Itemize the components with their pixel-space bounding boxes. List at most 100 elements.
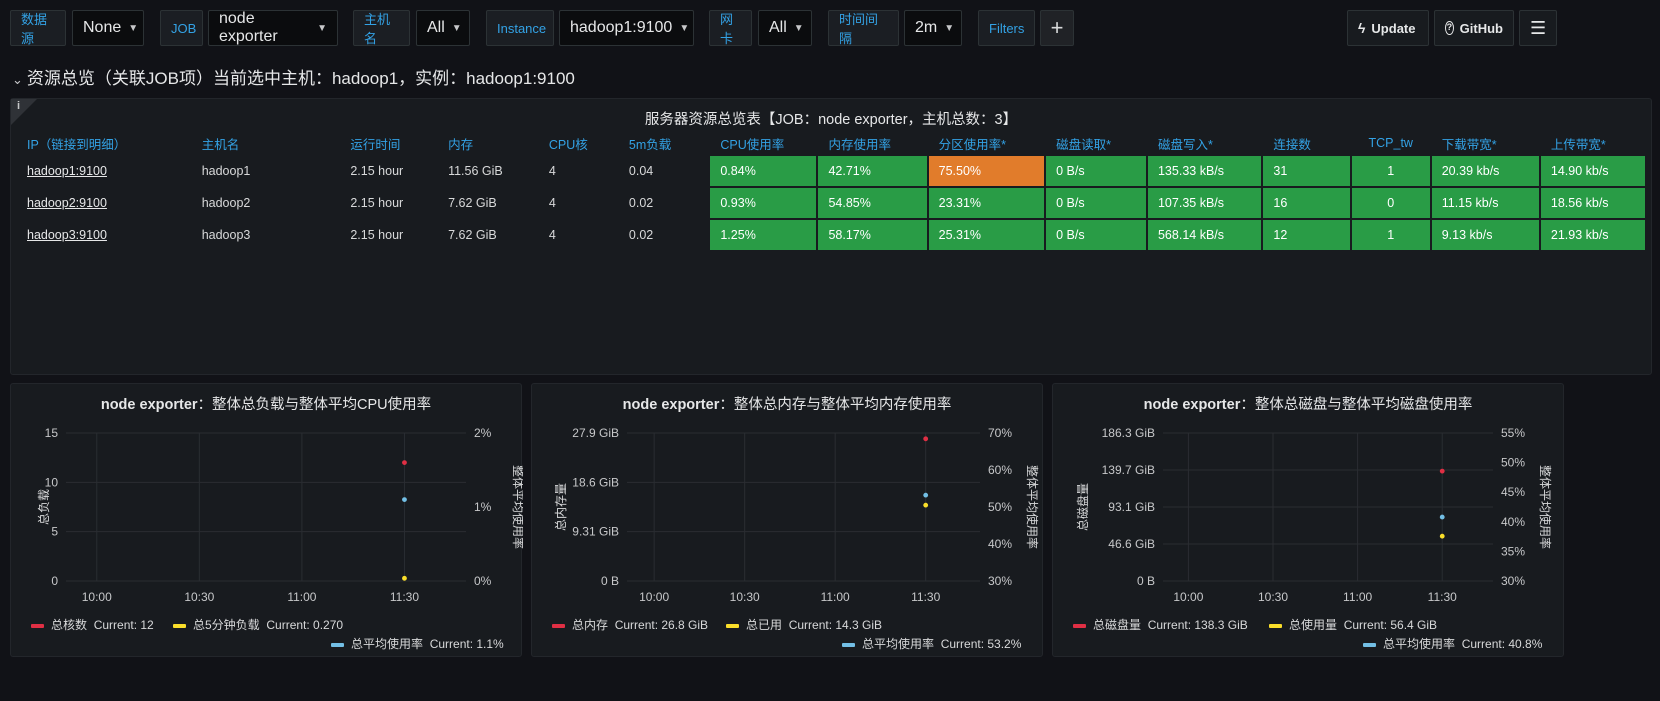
column-header[interactable]: 磁盘写入* (1148, 132, 1261, 154)
legend-item[interactable]: 总磁盘量 Current: 138.3 GiB (1073, 616, 1248, 633)
ip-link-cell[interactable]: hadoop1:9100 (17, 156, 190, 186)
table-cell: 7.62 GiB (448, 196, 497, 210)
server-table: IP（链接到明细） 主机名 运行时间 内存 CPU核 5m负载 CPU使用率 内… (15, 130, 1647, 252)
column-header[interactable]: 磁盘读取* (1046, 132, 1146, 154)
table-cell: 11.56 GiB (448, 164, 503, 178)
legend-item[interactable]: 总核数 Current: 12 (31, 616, 154, 633)
row-header[interactable]: ⌄ 资源总览（关联JOB项）当前选中主机：hadoop1，实例：hadoop1:9… (12, 64, 575, 89)
ip-link-cell[interactable]: hadoop3:9100 (17, 220, 190, 250)
github-button[interactable]: ? GitHub (1434, 10, 1514, 46)
table-cell: 0.02 (628, 228, 654, 242)
hostname-label: 主机名 (353, 10, 410, 46)
server-overview-table-panel: i 服务器资源总览表【JOB：node exporter，主机总数：3】 IP（… (10, 98, 1652, 375)
legend-item[interactable]: 总平均使用率 Current: 40.8% (1363, 635, 1542, 652)
hostname-value: All (427, 19, 445, 36)
legend-swatch-red (552, 623, 565, 628)
y2-tick-label: 55% (1501, 426, 1525, 440)
y-tick-label: 15 (45, 426, 59, 440)
legend-item[interactable]: 总平均使用率 Current: 53.2% (842, 635, 1021, 652)
data-point (923, 436, 929, 442)
legend-swatch-cyan (1363, 642, 1376, 647)
column-header[interactable]: 上传带宽* (1541, 132, 1645, 154)
hostname-select[interactable]: All ▼ (416, 10, 470, 46)
table-cell: 1.25% (710, 220, 817, 250)
nic-label: 网卡 (709, 10, 752, 46)
column-header[interactable]: 下载带宽* (1432, 132, 1539, 154)
column-header[interactable]: CPU使用率 (710, 132, 816, 154)
filters-button[interactable]: Filters (978, 10, 1035, 46)
y-tick-label: 0 B (1137, 574, 1155, 588)
data-point (1439, 533, 1445, 539)
job-select[interactable]: node exporter ▼ (208, 10, 338, 46)
nic-select[interactable]: All ▼ (758, 10, 812, 46)
table-row: hadoop1:9100 hadoop1 2.15 hour 11.56 GiB… (17, 156, 1645, 186)
column-header[interactable]: 内存使用率 (818, 132, 926, 154)
x-tick-label: 10:30 (1258, 590, 1288, 604)
column-header[interactable]: 分区使用率* (929, 132, 1044, 154)
nic-value: All (769, 19, 787, 36)
data-point (402, 460, 407, 465)
column-header[interactable]: 主机名 (192, 132, 339, 154)
interval-select[interactable]: 2m ▼ (904, 10, 962, 46)
chevron-down-icon: ▼ (451, 22, 462, 34)
x-tick-label: 11:00 (1343, 590, 1372, 604)
table-cell: 0 B/s (1046, 220, 1146, 250)
ip-link[interactable]: hadoop1:9100 (27, 164, 107, 178)
column-header[interactable]: IP（链接到明细） (17, 132, 190, 154)
chevron-down-icon: ▼ (679, 22, 690, 34)
plot-area: 0 B 46.6 GiB 93.1 GiB 139.7 GiB 186.3 GiB 30%… (1075, 426, 1553, 604)
interval-label: 时间间隔 (828, 10, 899, 46)
legend-item[interactable]: 总已用 Current: 14.3 GiB (726, 616, 882, 633)
table-cell: 135.33 kB/s (1147, 156, 1262, 186)
y-tick-label: 93.1 GiB (1108, 500, 1155, 514)
legend-name: 总磁盘量 (1093, 618, 1142, 632)
chevron-down-icon: ▼ (944, 22, 955, 34)
legend-name: 总平均使用率 (351, 637, 424, 651)
table-cell: 12 (1263, 220, 1350, 250)
datasource-select[interactable]: None ▼ (72, 10, 144, 46)
x-tick-label: 11:00 (287, 590, 316, 604)
y2-tick-label: 2% (474, 426, 492, 440)
job-label: JOB (160, 10, 203, 46)
legend-name: 总平均使用率 (1383, 637, 1456, 651)
y-tick-label: 27.9 GiB (572, 426, 619, 440)
table-cell: hadoop1 (201, 164, 251, 178)
legend-swatch-yellow (173, 623, 186, 628)
table-row: hadoop3:9100 hadoop3 2.15 hour 7.62 GiB … (17, 220, 1645, 250)
column-header[interactable]: 5m负载 (619, 132, 708, 154)
y-tick-label: 186.3 GiB (1102, 426, 1155, 440)
legend-current: Current: 56.4 GiB (1343, 618, 1438, 632)
legend-swatch-red (1073, 623, 1086, 628)
instance-select[interactable]: hadoop1:9100 ▼ (559, 10, 694, 46)
ip-link-cell[interactable]: hadoop2:9100 (17, 188, 190, 218)
add-filter-button[interactable]: + (1040, 10, 1074, 46)
x-tick-label: 10:00 (1173, 590, 1203, 604)
x-tick-label: 10:00 (639, 590, 669, 604)
github-label: GitHub (1459, 20, 1503, 36)
table-cell: 0 (1351, 188, 1430, 218)
y2-tick-label: 40% (1501, 515, 1525, 529)
menu-button[interactable]: ☰ (1519, 10, 1557, 46)
table-panel-title[interactable]: 服务器资源总览表【JOB：node exporter，主机总数：3】 (11, 99, 1651, 130)
update-button[interactable]: ϟ Update (1347, 10, 1429, 46)
y-tick-label: 9.31 GiB (572, 525, 619, 539)
table-cell: 9.13 kb/s (1431, 220, 1539, 250)
table-cell: 4 (548, 196, 556, 210)
ip-link[interactable]: hadoop3:9100 (27, 228, 107, 242)
update-label: Update (1371, 20, 1416, 36)
info-icon: i (17, 100, 21, 112)
column-header[interactable]: 内存 (438, 132, 537, 154)
panel-info-corner[interactable] (11, 99, 37, 125)
legend-item[interactable]: 总使用量 Current: 56.4 GiB (1269, 616, 1437, 633)
column-header[interactable]: 运行时间 (340, 132, 436, 154)
column-header[interactable]: CPU核 (539, 132, 617, 154)
table-cell: 14.90 kb/s (1540, 156, 1645, 186)
column-header[interactable]: 连接数 (1263, 132, 1349, 154)
legend-item[interactable]: 总平均使用率 Current: 1.1% (331, 635, 504, 652)
column-header[interactable]: TCP_tw (1352, 132, 1430, 154)
table-cell: 0.04 (628, 164, 654, 178)
table-cell: 0 B/s (1046, 156, 1146, 186)
ip-link[interactable]: hadoop2:9100 (27, 196, 107, 210)
legend-item[interactable]: 总5分钟负载 Current: 0.270 (173, 616, 343, 633)
legend-item[interactable]: 总内存 Current: 26.8 GiB (552, 616, 708, 633)
